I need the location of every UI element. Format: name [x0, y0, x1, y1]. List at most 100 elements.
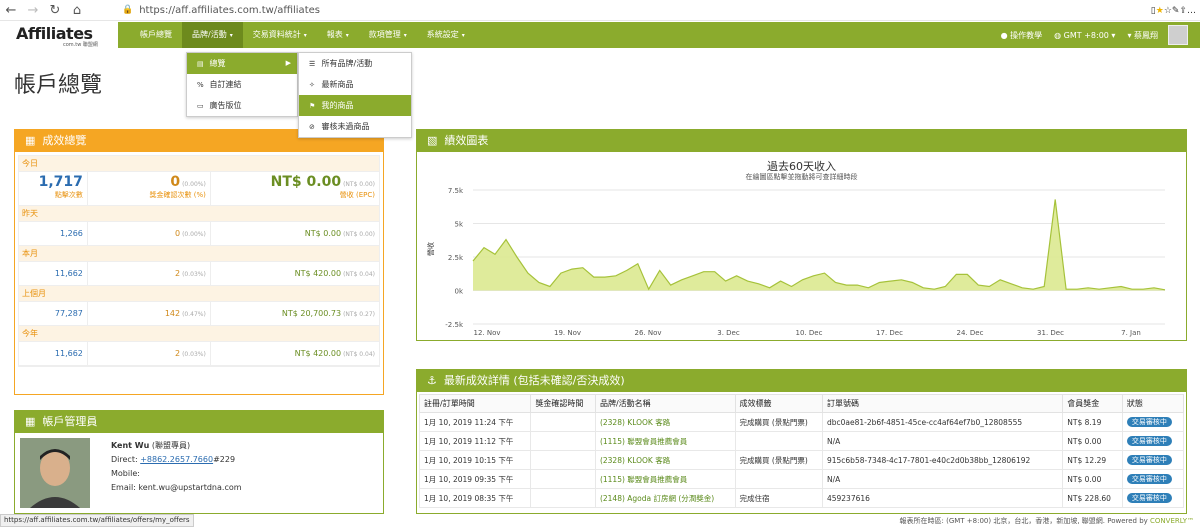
submenu-item-0[interactable]: ☰ 所有品牌/活動: [299, 53, 411, 74]
menu-item-1[interactable]: 品牌/活動 ▾: [182, 22, 243, 48]
submenu-item-3[interactable]: ⊘ 審核未過商品: [299, 116, 411, 137]
item-icon: ✧: [309, 81, 315, 89]
conv-value[interactable]: 0: [170, 174, 180, 190]
revenue-value[interactable]: NT$ 0.00: [305, 229, 341, 238]
dropdown-item-1[interactable]: % 自訂連結: [187, 74, 297, 95]
column-header[interactable]: 會員獎金: [1062, 394, 1123, 413]
dropdown-item-0[interactable]: ▤ 總覽 ▶: [187, 53, 297, 74]
y-tick-label: 2.5k: [448, 254, 464, 262]
status-badge[interactable]: 交易審核中: [1126, 493, 1172, 503]
caret-down-icon: ▾: [303, 32, 307, 39]
forward-icon[interactable]: →: [22, 0, 44, 21]
menu-item-4[interactable]: 款項管理 ▾: [359, 22, 417, 48]
revenue-value[interactable]: NT$ 420.00: [295, 349, 342, 358]
manager-panel: ▦ 帳戶管理員 Kent Wu (聯盟專員) Direct: +8862.265…: [14, 410, 384, 514]
main-menu: 帳戶總覽 品牌/活動 ▾ 交易資料統計 ▾ 報表 ▾ 款項管理 ▾ 系統設定 ▾: [130, 22, 475, 48]
grid-icon: ▦: [25, 134, 36, 147]
dropdown-item-2[interactable]: ▭ 廣告版位: [187, 95, 297, 116]
clicks-value[interactable]: 11,662: [55, 349, 83, 358]
address-bar[interactable]: 🔒 https://aff.affiliates.com.tw/affiliat…: [118, 2, 1080, 18]
x-tick-label: 19. Nov: [554, 329, 581, 337]
menu-item-3[interactable]: 報表 ▾: [317, 22, 359, 48]
cell-status: 交易審核中: [1121, 469, 1185, 489]
today-values: 1,717 點擊次數 0 (0.00%) 獎金確認次數 (%) NT$ 0.00 (NT…: [19, 172, 379, 206]
favorites-icon[interactable]: ☆: [1164, 6, 1172, 16]
lock-icon: 🔒: [122, 5, 134, 15]
period-values: 11,662 2 (0.03%) NT$ 420.00 (NT$ 0.04): [19, 262, 379, 286]
revenue-value[interactable]: NT$ 420.00: [295, 269, 342, 278]
cell-amount: NT$ 12.29: [1062, 450, 1123, 470]
period-label: 昨天: [19, 206, 379, 222]
status-badge[interactable]: 交易審核中: [1126, 436, 1172, 446]
status-badge[interactable]: 交易審核中: [1126, 474, 1172, 484]
recent-header: ⚓ 最新成效詳情 (包括未確認/否決成效): [417, 370, 1186, 392]
submenu-item-1[interactable]: ✧ 最新商品: [299, 74, 411, 95]
cell-tag: [734, 469, 823, 489]
clicks-value[interactable]: 1,717: [19, 174, 83, 190]
revenue-chart[interactable]: 7.5k 5k 2.5k 0k -2.5k 營收 12. Nov 19. Nov 26. Nov…: [417, 130, 1186, 340]
x-tick-label: 24. Dec: [957, 329, 984, 337]
cell-offer[interactable]: (2328) KLOOK 客路: [594, 412, 736, 432]
reload-icon[interactable]: ↻: [44, 0, 66, 21]
revenue-value[interactable]: NT$ 20,700.73: [282, 309, 341, 318]
back-icon[interactable]: ←: [0, 0, 22, 21]
y-tick-label: 7.5k: [448, 187, 464, 195]
column-header[interactable]: 品牌/活動名稱: [594, 394, 736, 413]
cell-status: 交易審核中: [1121, 412, 1185, 432]
column-header[interactable]: 成效標籤: [734, 394, 823, 413]
pen-icon[interactable]: ✎: [1172, 6, 1180, 16]
cell-tag: 完成購買 (景點門票): [734, 450, 823, 470]
timezone-selector[interactable]: ◍ GMT +8:00 ▾: [1054, 31, 1115, 40]
conv-value[interactable]: 2: [175, 269, 180, 278]
caret-down-icon: ▾: [461, 32, 465, 39]
cell-offer[interactable]: (1115) 聯盟會員推薦會員: [594, 431, 736, 451]
manager-phone-link[interactable]: +8862.2657.7660: [140, 455, 213, 464]
menu-item-2[interactable]: 交易資料統計 ▾: [243, 22, 317, 48]
conv-value[interactable]: 2: [175, 349, 180, 358]
cell-offer[interactable]: (2328) KLOOK 客路: [594, 450, 736, 470]
clicks-value[interactable]: 11,662: [55, 269, 83, 278]
help-link[interactable]: ● 操作教學: [1001, 30, 1043, 41]
cell-tag: 完成購買 (景點門票): [734, 412, 823, 432]
clicks-value[interactable]: 1,266: [60, 229, 83, 238]
user-menu[interactable]: ▾ 蔡鳳翔: [1127, 30, 1158, 41]
menu-item-5[interactable]: 系統設定 ▾: [417, 22, 475, 48]
cell-order: N/A: [821, 469, 1064, 489]
column-header[interactable]: 獎金確認時間: [530, 394, 596, 413]
share-icon[interactable]: ⇪: [1179, 6, 1187, 16]
column-header[interactable]: 狀態: [1121, 394, 1185, 413]
grid-icon: ▦: [25, 415, 36, 428]
cell-offer[interactable]: (2148) Agoda 訂房網 (分潤獎金): [594, 488, 736, 508]
cell-confirm: [530, 412, 596, 432]
item-icon: ▭: [197, 102, 204, 110]
revenue-value[interactable]: NT$ 0.00: [271, 174, 341, 190]
column-header[interactable]: 訂單號碼: [821, 394, 1064, 413]
recent-table: 註冊/訂單時間 獎金確認時間 品牌/活動名稱 成效標籤 訂單號碼 會員獎金 狀態 1月 10…: [418, 394, 1185, 508]
cell-tag: [734, 431, 823, 451]
avatar[interactable]: [1168, 25, 1188, 45]
nav-right: ● 操作教學 ◍ GMT +8:00 ▾ ▾ 蔡鳳翔: [995, 22, 1200, 48]
favorite-star-icon[interactable]: ★: [1156, 6, 1164, 16]
cell-time: 1月 10, 2019 11:12 下午: [418, 431, 532, 451]
conv-value[interactable]: 0: [175, 229, 180, 238]
conv-value[interactable]: 142: [165, 309, 180, 318]
submenu-item-2[interactable]: ⚑ 我的商品: [299, 95, 411, 116]
cell-confirm: [530, 469, 596, 489]
menu-item-0[interactable]: 帳戶總覽: [130, 22, 182, 48]
column-header[interactable]: 註冊/訂單時間: [418, 394, 532, 413]
home-icon[interactable]: ⌂: [66, 0, 88, 21]
cell-offer[interactable]: (1115) 聯盟會員推薦會員: [594, 469, 736, 489]
caret-down-icon: ▾: [229, 32, 233, 39]
cell-amount: NT$ 0.00: [1062, 431, 1123, 451]
more-icon[interactable]: …: [1187, 6, 1196, 16]
anchor-icon: ⚓: [427, 374, 437, 387]
cell-status: 交易審核中: [1121, 431, 1185, 451]
cell-order: 915c6b58-7348-4c17-7801-e40c2d0b38bb_128…: [821, 450, 1064, 470]
status-badge[interactable]: 交易審核中: [1126, 455, 1172, 465]
status-badge[interactable]: 交易審核中: [1126, 417, 1172, 427]
period-values: 77,287 142 (0.47%) NT$ 20,700.73 (NT$ 0.27): [19, 302, 379, 326]
cell-tag: 完成住宿: [734, 488, 823, 508]
y-axis-label: 營收: [426, 242, 435, 256]
cell-order: 459237616: [821, 488, 1064, 508]
clicks-value[interactable]: 77,287: [55, 309, 83, 318]
